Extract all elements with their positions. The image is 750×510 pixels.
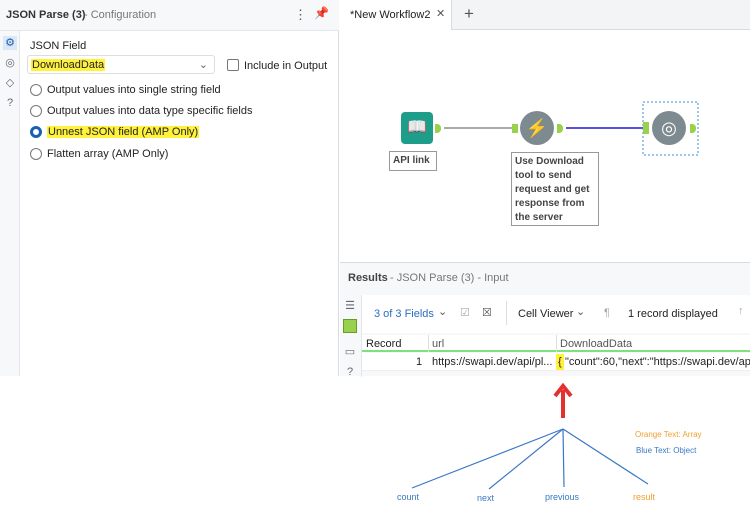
json-field-dropdown[interactable]: DownloadData ⌄	[27, 55, 215, 74]
include-output-label: Include in Output	[244, 60, 328, 72]
tag-icon[interactable]: ◇	[3, 76, 17, 90]
json-parse-tool-icon[interactable]: ◎	[652, 111, 686, 145]
more-options-icon[interactable]: ⋮	[294, 7, 307, 23]
cell-downloaddata[interactable]: "count":60,"next":"https://swapi.dev/api…	[565, 356, 750, 368]
branch-count	[411, 428, 564, 489]
json-field-value: DownloadData	[31, 59, 106, 71]
tag-icon[interactable]: ▭	[343, 345, 357, 359]
branch-next	[488, 428, 564, 490]
option-label: Unnest JSON field (AMP Only)	[47, 126, 200, 138]
include-output-checkbox[interactable]	[227, 59, 239, 71]
workflow-connections	[444, 101, 699, 156]
radio-button-selected[interactable]	[30, 126, 42, 138]
close-icon[interactable]: ✕	[436, 7, 445, 20]
config-title: JSON Parse (3)	[6, 9, 86, 21]
radio-button[interactable]	[30, 148, 42, 160]
label-count: count	[397, 492, 420, 502]
record-count: 1 record displayed	[628, 308, 718, 320]
workflow-tabs: *New Workflow2 ✕ +	[340, 0, 750, 30]
label-next: next	[477, 493, 495, 503]
column-record[interactable]: Record	[366, 338, 428, 350]
chevron-down-icon[interactable]: ⌄	[438, 305, 447, 318]
pin-icon[interactable]: 📌	[314, 6, 329, 20]
column-downloaddata[interactable]: DownloadData	[560, 338, 632, 350]
gear-icon[interactable]: ⚙	[3, 36, 17, 50]
tab-label: *New Workflow2	[350, 9, 431, 21]
config-side-strip: ⚙ ◎ ◇ ?	[0, 31, 20, 376]
annotation-diagram	[411, 382, 649, 490]
option-label: Output values into single string field	[47, 84, 221, 96]
config-subtitle: - Configuration	[84, 9, 157, 21]
divider	[506, 301, 507, 325]
option-label: Flatten array (AMP Only)	[47, 148, 169, 160]
option-single-string[interactable]: Output values into single string field	[30, 84, 221, 96]
table-row[interactable]: 1 https://swapi.dev/api/pl... { "count":…	[362, 353, 750, 371]
results-title: Results	[348, 272, 388, 284]
cell-brace-highlight: {	[556, 354, 564, 370]
input-anchor[interactable]	[643, 122, 649, 134]
add-tab-icon[interactable]: +	[464, 4, 474, 24]
label-previous: previous	[545, 492, 580, 502]
json-field-label: JSON Field	[30, 40, 87, 52]
radio-button[interactable]	[30, 105, 42, 117]
configuration-panel: JSON Parse (3) - Configuration ⋮ 📌 ⚙ ◎ ◇…	[0, 0, 339, 376]
option-label: Output values into data type specific fi…	[47, 105, 253, 117]
cell-url[interactable]: https://swapi.dev/api/pl...	[432, 356, 552, 368]
results-toolbar: 3 of 3 Fields ⌄ ☑ ☒ Cell Viewer ⌄ ¶ 1 re…	[362, 295, 750, 333]
branch-previous	[562, 428, 565, 488]
cell-record: 1	[416, 356, 423, 368]
tool-note-api-link: API link	[389, 151, 437, 171]
option-unnest-json[interactable]: Unnest JSON field (AMP Only)	[30, 126, 200, 138]
option-flatten-array[interactable]: Flatten array (AMP Only)	[30, 148, 168, 160]
column-url[interactable]: url	[432, 338, 444, 350]
tool-note-download: Use Download tool to send request and ge…	[511, 152, 599, 226]
text-input-tool-icon[interactable]: 📖	[401, 112, 433, 144]
config-header: JSON Parse (3) - Configuration ⋮ 📌	[0, 0, 339, 31]
tab-new-workflow2[interactable]: *New Workflow2 ✕	[340, 0, 452, 30]
pilcrow-icon[interactable]: ¶	[604, 307, 610, 319]
option-data-type-fields[interactable]: Output values into data type specific fi…	[30, 105, 252, 117]
results-subtitle: - JSON Parse (3) - Input	[390, 272, 509, 284]
data-icon[interactable]	[343, 319, 357, 333]
check-icon[interactable]: ☑	[460, 306, 470, 319]
radio-button[interactable]	[30, 84, 42, 96]
clear-icon[interactable]: ☒	[482, 306, 492, 319]
results-side-strip: ☰ ▭ ?	[340, 295, 362, 378]
list-icon[interactable]: ☰	[343, 299, 357, 313]
legend-object: Blue Text: Object	[636, 446, 697, 455]
input-anchor[interactable]	[512, 124, 518, 133]
results-panel: Results - JSON Parse (3) - Input ☰ ▭ ? 3…	[340, 262, 750, 378]
label-result: result	[633, 492, 656, 502]
chevron-down-icon[interactable]: ⌄	[576, 305, 585, 318]
download-tool-icon[interactable]: ⚡	[520, 111, 554, 145]
arrow-up-icon[interactable]: ↑	[738, 305, 744, 317]
table-header: Record url DownloadData	[362, 335, 750, 352]
legend-array: Orange Text: Array	[635, 430, 702, 439]
connection-icon[interactable]: ◎	[3, 56, 17, 70]
cell-viewer-dropdown[interactable]: Cell Viewer	[518, 308, 573, 320]
help-icon[interactable]: ?	[3, 96, 17, 110]
fields-selector[interactable]: 3 of 3 Fields	[374, 308, 434, 320]
chevron-down-icon: ⌄	[198, 59, 208, 71]
